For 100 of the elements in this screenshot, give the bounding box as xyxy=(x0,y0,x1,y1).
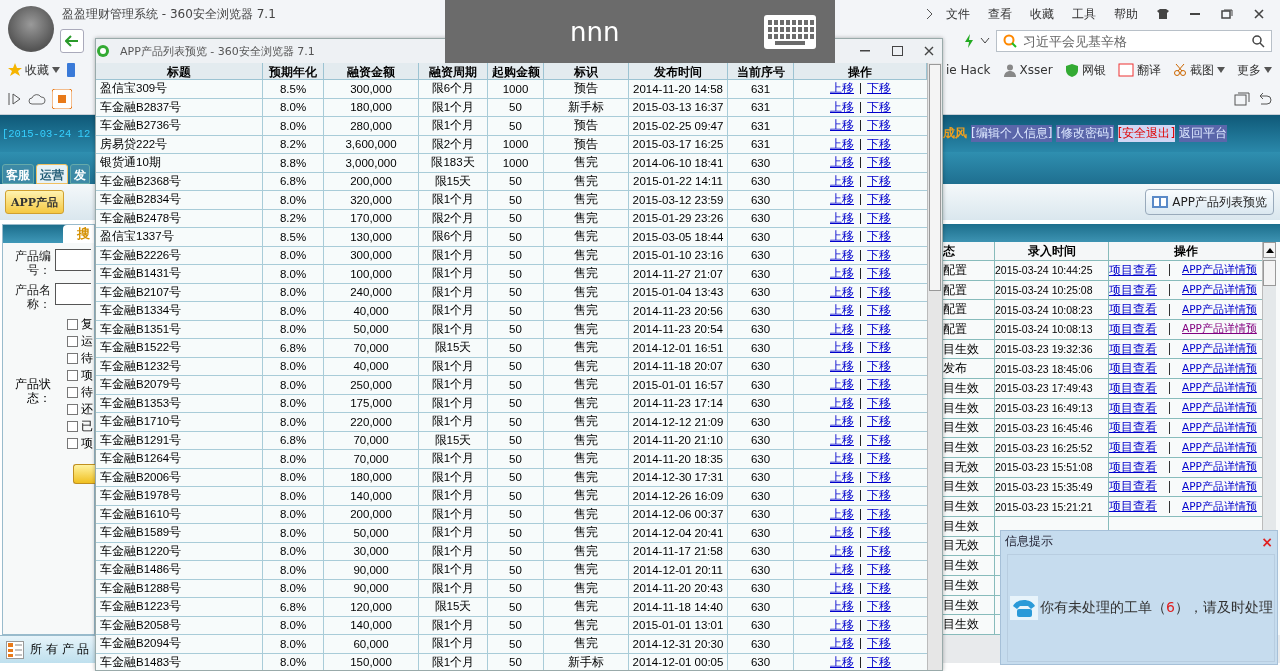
move-down-link[interactable]: 下移 xyxy=(867,505,891,523)
cloud-icon[interactable] xyxy=(28,93,46,105)
move-up-link[interactable]: 上移 xyxy=(830,135,854,153)
move-down-link[interactable]: 下移 xyxy=(867,376,891,394)
header-link[interactable]: [编辑个人信息] xyxy=(971,125,1053,142)
avatar[interactable] xyxy=(8,6,54,52)
checkbox[interactable] xyxy=(67,420,78,432)
search-field[interactable]: 习近平会见基辛格 xyxy=(996,30,1272,52)
move-up-link[interactable]: 上移 xyxy=(830,246,854,264)
move-up-link[interactable]: 上移 xyxy=(830,98,854,116)
move-down-link[interactable]: 下移 xyxy=(867,154,891,172)
view-link[interactable]: 项目查看 xyxy=(1109,301,1157,319)
move-up-link[interactable]: 上移 xyxy=(830,487,854,505)
move-up-link[interactable]: 上移 xyxy=(830,357,854,375)
checkbox[interactable] xyxy=(67,335,78,347)
input-field[interactable] xyxy=(55,249,91,271)
scroll-thumb[interactable] xyxy=(1263,260,1276,286)
nav-tab[interactable]: 发 xyxy=(70,164,90,184)
move-up-link[interactable]: 上移 xyxy=(830,209,854,227)
move-down-link[interactable]: 下移 xyxy=(867,265,891,283)
move-up-link[interactable]: 上移 xyxy=(830,117,854,135)
phone-icon[interactable] xyxy=(66,63,76,77)
header-link[interactable]: [修改密码] xyxy=(1056,125,1114,142)
move-down-link[interactable]: 下移 xyxy=(867,450,891,468)
view-link[interactable]: 项目查看 xyxy=(1109,281,1157,299)
move-down-link[interactable]: 下移 xyxy=(867,561,891,579)
move-down-link[interactable]: 下移 xyxy=(867,653,891,670)
nav-tab[interactable]: 客服 xyxy=(2,164,34,184)
move-up-link[interactable]: 上移 xyxy=(830,468,854,486)
move-up-link[interactable]: 上移 xyxy=(830,80,854,98)
move-up-link[interactable]: 上移 xyxy=(830,228,854,246)
preview-link[interactable]: APP产品详情预 xyxy=(1182,322,1257,337)
bookmark-item[interactable]: 截图 xyxy=(1172,61,1225,79)
move-up-link[interactable]: 上移 xyxy=(830,635,854,653)
view-link[interactable]: 项目查看 xyxy=(1109,419,1157,437)
checkbox[interactable] xyxy=(67,403,78,415)
view-link[interactable]: 项目查看 xyxy=(1109,261,1157,279)
move-down-link[interactable]: 下移 xyxy=(867,135,891,153)
view-link[interactable]: 项目查看 xyxy=(1109,439,1157,457)
move-down-link[interactable]: 下移 xyxy=(867,98,891,116)
move-down-link[interactable]: 下移 xyxy=(867,524,891,542)
move-up-link[interactable]: 上移 xyxy=(830,394,854,412)
move-down-link[interactable]: 下移 xyxy=(867,246,891,264)
view-link[interactable]: 项目查看 xyxy=(1109,399,1157,417)
view-link[interactable]: 项目查看 xyxy=(1109,360,1157,378)
move-down-link[interactable]: 下移 xyxy=(867,80,891,98)
preview-link[interactable]: APP产品详情预 xyxy=(1182,263,1257,278)
move-up-link[interactable]: 上移 xyxy=(830,283,854,301)
move-down-link[interactable]: 下移 xyxy=(867,635,891,653)
move-up-link[interactable]: 上移 xyxy=(830,265,854,283)
move-down-link[interactable]: 下移 xyxy=(867,394,891,412)
bookmark-item[interactable]: 更多 xyxy=(1237,61,1272,79)
checkbox[interactable] xyxy=(67,386,78,398)
move-up-link[interactable]: 上移 xyxy=(830,376,854,394)
preview-link[interactable]: APP产品详情预 xyxy=(1182,361,1257,376)
checkbox[interactable] xyxy=(67,352,78,364)
move-up-link[interactable]: 上移 xyxy=(830,653,854,670)
move-down-link[interactable]: 下移 xyxy=(867,487,891,505)
move-down-link[interactable]: 下移 xyxy=(867,413,891,431)
move-up-link[interactable]: 上移 xyxy=(830,579,854,597)
checkbox[interactable] xyxy=(67,318,78,330)
move-up-link[interactable]: 上移 xyxy=(830,616,854,634)
preview-link[interactable]: APP产品详情预 xyxy=(1182,401,1257,416)
bookmark-item[interactable]: 翻译 xyxy=(1117,61,1161,79)
move-down-link[interactable]: 下移 xyxy=(867,283,891,301)
preview-link[interactable]: APP产品详情预 xyxy=(1182,302,1257,317)
move-down-link[interactable]: 下移 xyxy=(867,542,891,560)
caret-down-icon[interactable] xyxy=(980,37,990,45)
preview-link[interactable]: APP产品详情预 xyxy=(1182,460,1257,475)
move-up-link[interactable]: 上移 xyxy=(830,524,854,542)
preview-link[interactable]: APP产品详情预 xyxy=(1182,381,1257,396)
checkbox[interactable] xyxy=(67,437,78,449)
move-down-link[interactable]: 下移 xyxy=(867,357,891,375)
move-up-link[interactable]: 上移 xyxy=(830,431,854,449)
bookmark-item[interactable]: Xsser xyxy=(1002,63,1053,77)
view-link[interactable]: 项目查看 xyxy=(1109,379,1157,397)
nav-tab[interactable]: 运营 xyxy=(36,164,68,184)
move-up-link[interactable]: 上移 xyxy=(830,172,854,190)
move-down-link[interactable]: 下移 xyxy=(867,209,891,227)
favorites-button[interactable]: 收藏 xyxy=(8,61,60,79)
move-down-link[interactable]: 下移 xyxy=(867,117,891,135)
move-up-link[interactable]: 上移 xyxy=(830,154,854,172)
checkbox[interactable] xyxy=(67,369,78,381)
tabs-icon[interactable] xyxy=(1234,92,1250,106)
preview-link[interactable]: APP产品详情预 xyxy=(1182,479,1257,494)
move-up-link[interactable]: 上移 xyxy=(830,413,854,431)
move-up-link[interactable]: 上移 xyxy=(830,598,854,616)
input-field[interactable] xyxy=(55,283,91,305)
move-down-link[interactable]: 下移 xyxy=(867,172,891,190)
move-down-link[interactable]: 下移 xyxy=(867,320,891,338)
move-down-link[interactable]: 下移 xyxy=(867,579,891,597)
menu-item[interactable]: 查看 xyxy=(982,5,1018,23)
view-link[interactable]: 项目查看 xyxy=(1109,498,1157,516)
move-down-link[interactable]: 下移 xyxy=(867,616,891,634)
view-link[interactable]: 项目查看 xyxy=(1109,478,1157,496)
search-input[interactable]: 习近平会见基辛格 xyxy=(1021,32,1248,50)
bookmark-item[interactable]: 网银 xyxy=(1064,61,1106,79)
menu-item[interactable]: 收藏 xyxy=(1024,5,1060,23)
move-down-link[interactable]: 下移 xyxy=(867,598,891,616)
move-down-link[interactable]: 下移 xyxy=(867,191,891,209)
